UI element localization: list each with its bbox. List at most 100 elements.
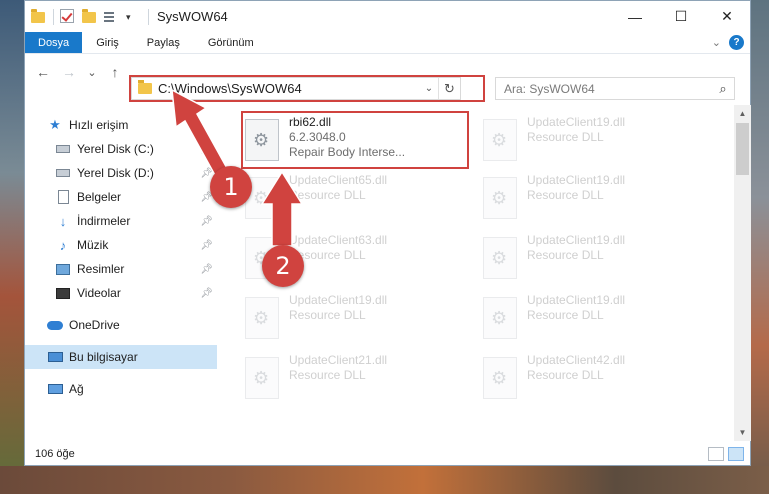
sidebar-item-label: Yerel Disk (D:) <box>77 166 154 180</box>
file-tile[interactable]: UpdateClient19.dll Resource DLL <box>483 173 713 227</box>
sidebar-item-disk-d[interactable]: Yerel Disk (D:) 📌︎ <box>25 161 217 185</box>
sidebar-item-onedrive[interactable]: OneDrive <box>25 313 217 337</box>
pin-icon[interactable]: 📌︎ <box>200 264 213 275</box>
tab-giris[interactable]: Giriş <box>82 32 133 53</box>
scrollbar-thumb[interactable] <box>736 123 749 175</box>
file-tile[interactable]: UpdateClient19.dll Resource DLL <box>245 293 475 347</box>
search-box[interactable]: Ara: SysWOW64 ⌕ <box>495 77 735 100</box>
sidebar-item-label: İndirmeler <box>77 214 131 228</box>
step-badge-2: 2 <box>262 245 304 287</box>
sidebar-item-videos[interactable]: Videolar 📌︎ <box>25 281 217 305</box>
details-view-icon[interactable] <box>708 446 724 461</box>
address-bar-highlight <box>129 75 485 102</box>
file-description: Resource DLL <box>289 248 366 262</box>
desktop-background-bottom <box>0 466 769 494</box>
tab-dosya[interactable]: Dosya <box>25 32 83 53</box>
pin-icon[interactable]: 📌︎ <box>200 168 213 179</box>
dll-file-icon <box>245 297 279 339</box>
file-tile[interactable]: UpdateClient21.dll Resource DLL <box>245 353 475 407</box>
file-description: Resource DLL <box>527 188 604 202</box>
chevron-down-icon[interactable]: ▾ <box>126 9 142 25</box>
file-description: Resource DLL <box>527 130 604 144</box>
recent-locations-button[interactable]: ⌄ <box>83 60 101 84</box>
item-count: 106 öğe <box>35 447 75 460</box>
file-tile[interactable]: UpdateClient19.dll Resource DLL <box>483 233 713 287</box>
sidebar-item-disk-c[interactable]: Yerel Disk (C:) 📌︎ <box>25 137 217 161</box>
desktop-background-right <box>751 0 769 494</box>
pin-icon[interactable]: 📌︎ <box>200 216 213 227</box>
properties-check-icon[interactable] <box>60 8 76 25</box>
sidebar-item-downloads[interactable]: ↓ İndirmeler 📌︎ <box>25 209 217 233</box>
file-tile[interactable]: UpdateClient42.dll Resource DLL <box>483 353 713 407</box>
video-icon <box>55 285 71 301</box>
step-badge-1: 1 <box>210 166 252 208</box>
forward-button[interactable]: → <box>57 60 81 84</box>
toolbar-separator <box>53 8 54 25</box>
tiles-view-icon[interactable] <box>728 446 744 461</box>
network-icon <box>47 381 63 397</box>
search-input[interactable]: Ara: SysWOW64 <box>504 82 712 96</box>
scroll-up-icon[interactable]: ▲ <box>734 105 751 122</box>
computer-icon <box>47 349 63 365</box>
file-description: Resource DLL <box>527 368 604 382</box>
cloud-icon <box>47 317 63 333</box>
document-icon <box>55 189 71 205</box>
dll-file-icon <box>483 237 517 279</box>
file-name: UpdateClient42.dll <box>527 353 626 367</box>
file-tile[interactable]: UpdateClient19.dll Resource DLL <box>483 115 713 169</box>
file-name: UpdateClient65.dll <box>289 173 388 187</box>
tab-paylas[interactable]: Paylaş <box>133 32 194 53</box>
sidebar-item-quick-access[interactable]: ★ Hızlı erişim <box>25 113 217 137</box>
sidebar-item-label: Yerel Disk (C:) <box>77 142 154 156</box>
drive-icon <box>55 165 71 181</box>
back-button[interactable]: ← <box>31 60 55 84</box>
minimize-button[interactable]: — <box>612 1 658 32</box>
sidebar-item-label: Bu bilgisayar <box>69 350 138 364</box>
expand-ribbon-icon[interactable]: ⌄ <box>712 36 721 49</box>
file-name: UpdateClient63.dll <box>289 233 388 247</box>
sidebar-item-pictures[interactable]: Resimler 📌︎ <box>25 257 217 281</box>
customize-toolbar-icon[interactable] <box>104 9 120 25</box>
dll-file-icon <box>483 357 517 399</box>
file-highlight <box>241 111 469 169</box>
window-title: SysWOW64 <box>157 9 228 24</box>
tab-gorunum[interactable]: Görünüm <box>194 32 268 53</box>
sidebar-item-documents[interactable]: Belgeler 📌︎ <box>25 185 217 209</box>
sidebar-item-label: Videolar <box>77 286 121 300</box>
file-name: UpdateClient19.dll <box>527 293 626 307</box>
sidebar-item-network[interactable]: Ağ <box>25 377 217 401</box>
scroll-down-icon[interactable]: ▼ <box>734 424 751 441</box>
file-description: Resource DLL <box>289 368 366 382</box>
file-name: UpdateClient19.dll <box>527 115 626 129</box>
view-switcher <box>708 446 750 461</box>
vertical-scrollbar[interactable]: ▲ ▼ <box>734 105 751 441</box>
help-icon[interactable]: ? <box>729 35 744 50</box>
sidebar-item-label: OneDrive <box>69 318 120 332</box>
navigation-pane: ★ Hızlı erişim Yerel Disk (C:) 📌︎ Yerel … <box>25 105 217 441</box>
star-icon: ★ <box>49 117 61 132</box>
file-tile[interactable]: UpdateClient19.dll Resource DLL <box>483 293 713 347</box>
close-button[interactable]: ✕ <box>704 1 750 32</box>
sidebar-item-this-pc[interactable]: Bu bilgisayar <box>25 345 217 369</box>
file-name: UpdateClient19.dll <box>527 233 626 247</box>
search-icon[interactable]: ⌕ <box>712 81 734 97</box>
file-description: Resource DLL <box>289 308 366 322</box>
maximize-button[interactable]: ☐ <box>658 1 704 32</box>
ribbon-right-controls: ⌄ ? <box>712 32 750 53</box>
sidebar-item-label: Belgeler <box>77 190 122 204</box>
file-description: Resource DLL <box>527 308 604 322</box>
sidebar-item-music[interactable]: ♪ Müzik 📌︎ <box>25 233 217 257</box>
title-bar: ▾ SysWOW64 — ☐ ✕ <box>25 1 750 32</box>
sidebar-item-label: Ağ <box>69 382 84 396</box>
pin-icon[interactable]: 📌︎ <box>200 288 213 299</box>
folder-icon[interactable] <box>31 8 47 25</box>
up-button[interactable]: ↑ <box>103 60 127 84</box>
drive-icon <box>55 141 71 157</box>
new-folder-icon[interactable] <box>82 8 98 25</box>
sidebar-item-label: Hızlı erişim <box>69 118 129 132</box>
pin-icon[interactable]: 📌︎ <box>200 144 213 155</box>
music-icon: ♪ <box>59 237 67 253</box>
file-tile[interactable]: UpdateClient65.dll Resource DLL <box>245 173 475 227</box>
pin-icon[interactable]: 📌︎ <box>200 240 213 251</box>
window-controls: — ☐ ✕ <box>612 1 750 32</box>
